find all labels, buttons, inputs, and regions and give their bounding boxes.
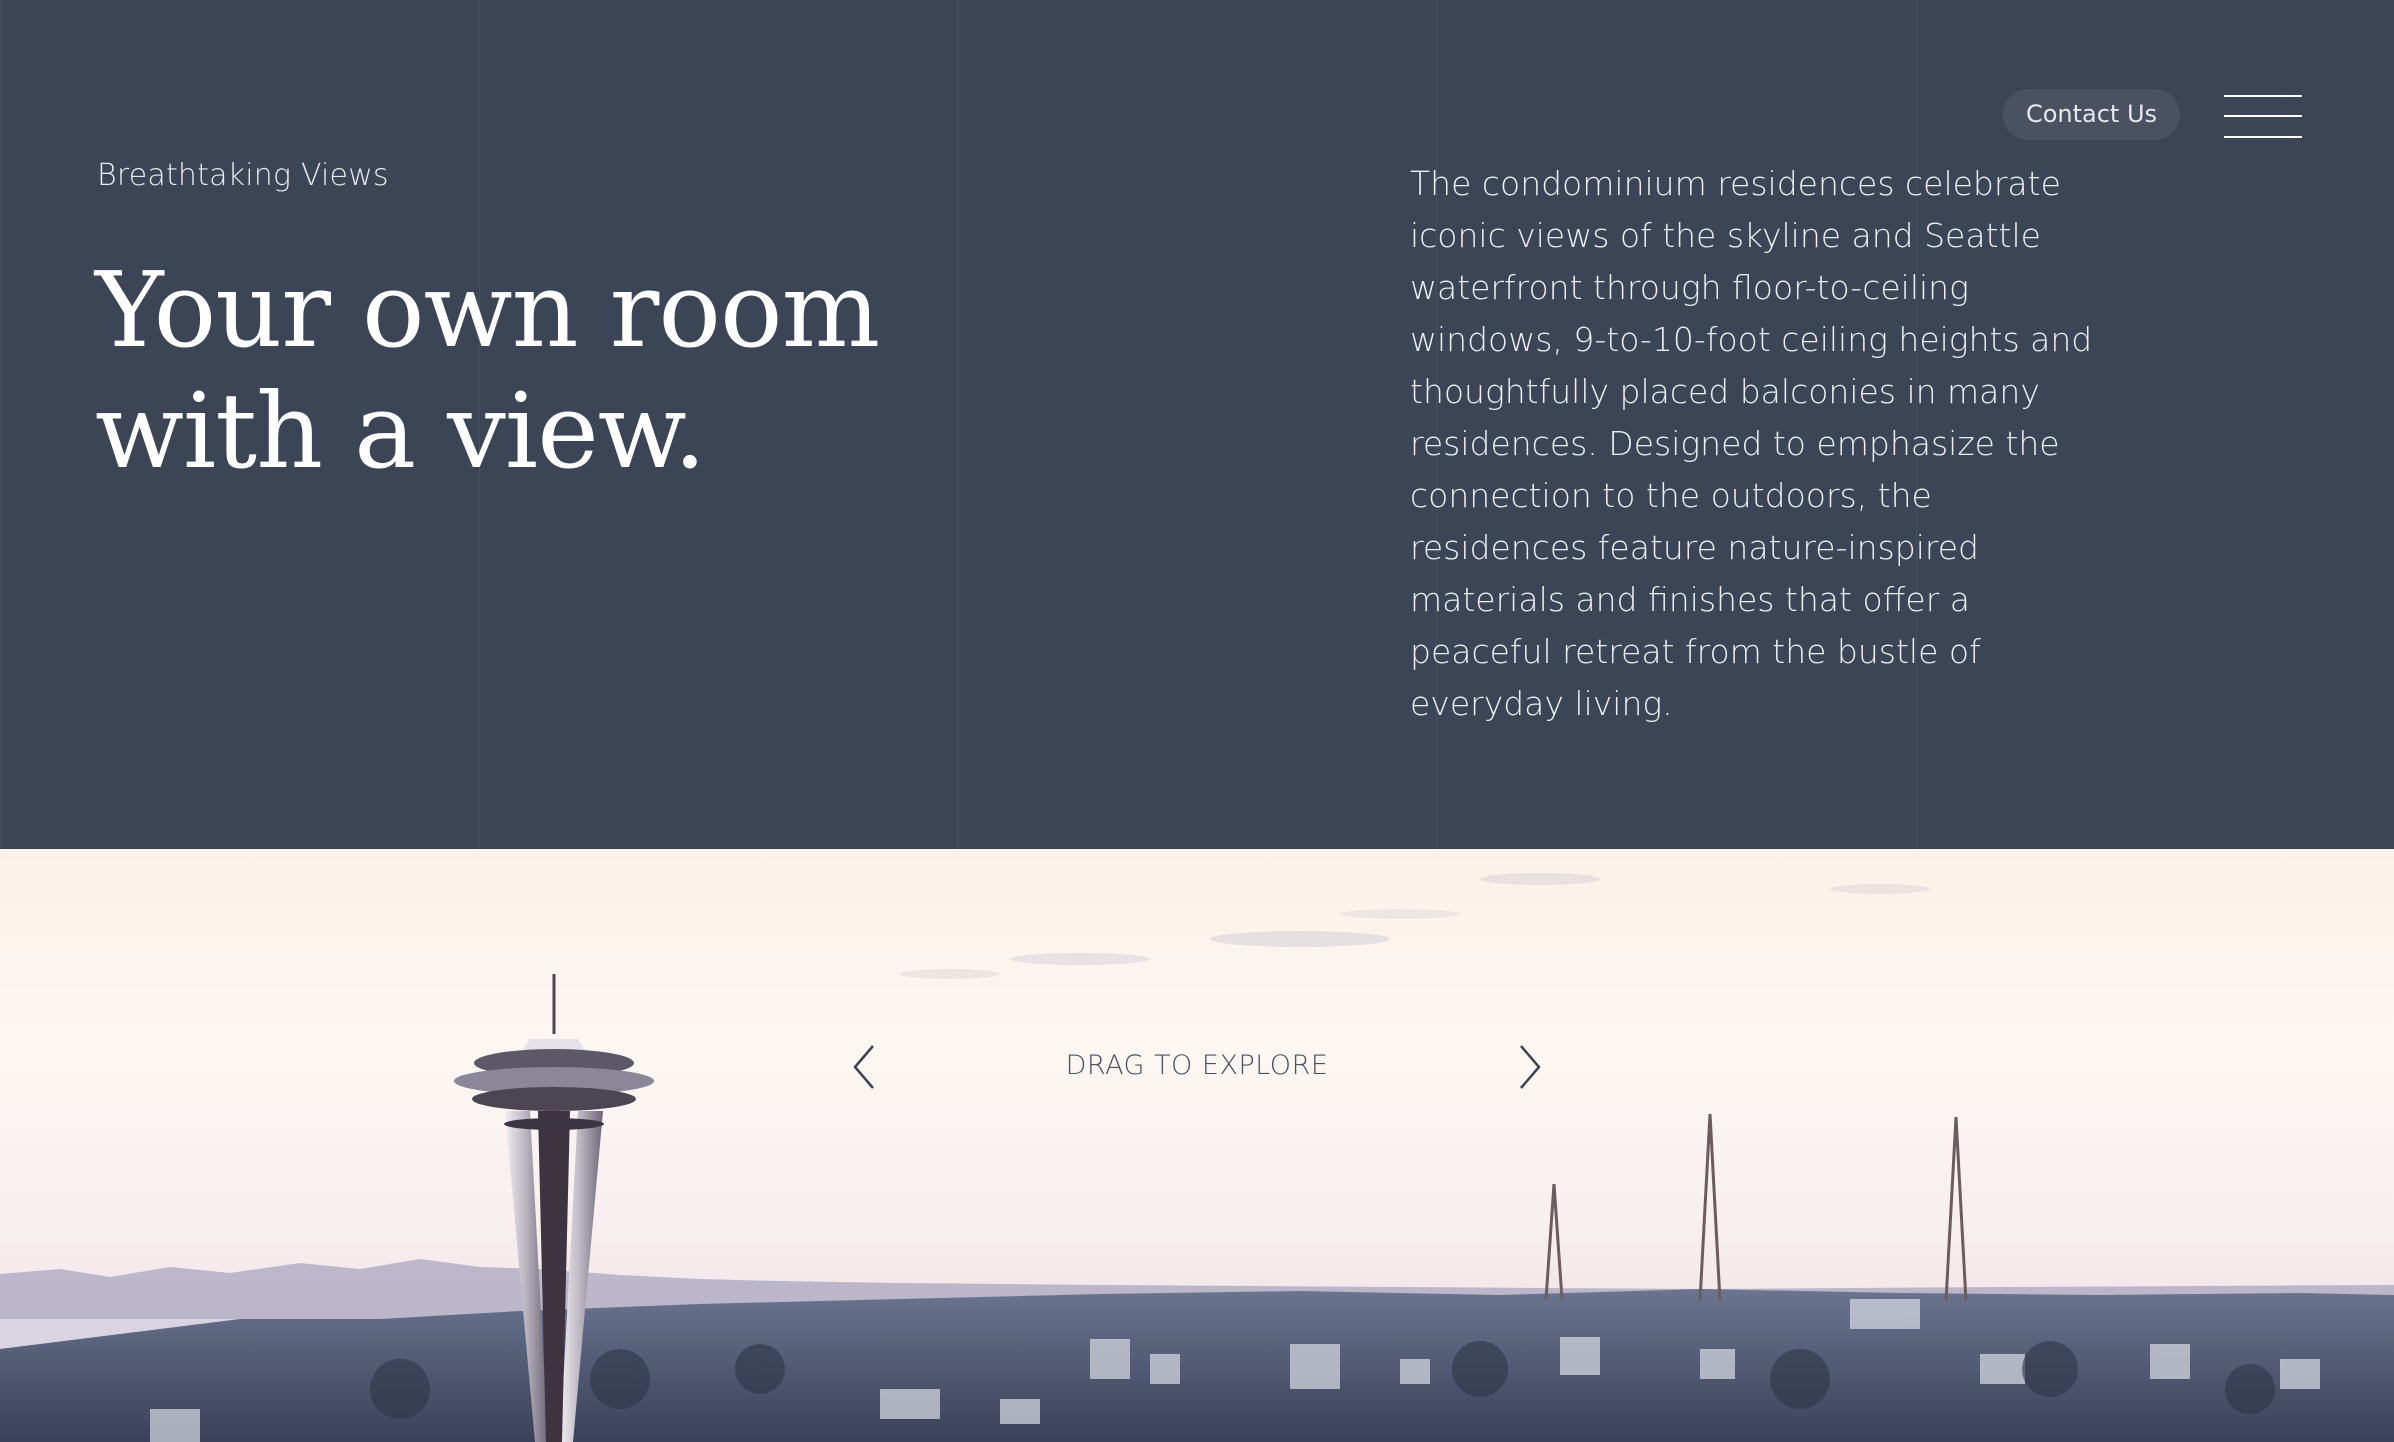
chevron-right-icon[interactable] xyxy=(1509,1042,1549,1092)
seattle-skyline-illustration xyxy=(0,849,2394,1442)
section-eyebrow: Breathtaking Views xyxy=(97,158,389,193)
grid-line xyxy=(0,0,1,849)
drag-to-explore-label: DRAG TO EXPLORE xyxy=(0,1050,2394,1081)
menu-bar xyxy=(2224,136,2302,138)
contact-us-button[interactable]: Contact Us xyxy=(2003,89,2180,140)
page-headline: Your own room with a view. xyxy=(95,250,995,492)
headline-line-1: Your own room xyxy=(95,249,880,371)
skyline-panorama-image[interactable] xyxy=(0,849,2394,1442)
hamburger-menu-icon[interactable] xyxy=(2224,93,2302,141)
intro-body-text: The condominium residences celebrate ico… xyxy=(1410,164,2093,723)
menu-bar xyxy=(2224,115,2302,117)
intro-section: Breathtaking Views Your own room with a … xyxy=(0,0,2394,849)
page: Breathtaking Views Your own room with a … xyxy=(0,0,2394,1442)
headline-line-2: with a view. xyxy=(95,370,706,492)
menu-bar xyxy=(2224,95,2302,97)
drag-label-text: DRAG TO EXPLORE xyxy=(1065,1050,1329,1081)
